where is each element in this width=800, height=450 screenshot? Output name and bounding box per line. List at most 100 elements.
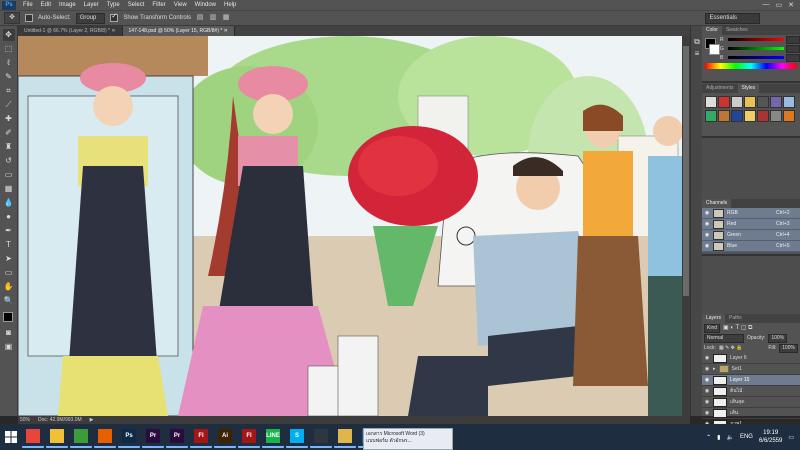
expand-arrow-icon[interactable]: ▸ <box>713 366 716 372</box>
style-swatch[interactable] <box>770 96 782 108</box>
channel-row-green[interactable]: ◉ Green Ctrl+4 <box>702 230 800 241</box>
color-picker-swatches[interactable] <box>705 38 720 58</box>
auto-select-checkbox[interactable] <box>25 14 33 22</box>
menu-view[interactable]: View <box>170 0 191 10</box>
maximize-button[interactable]: ▭ <box>776 1 783 9</box>
eye-icon[interactable]: ◉ <box>704 388 710 394</box>
shape-tool-icon[interactable]: ▭ <box>3 267 15 279</box>
network-icon[interactable]: ▮ <box>717 434 720 441</box>
eye-icon[interactable]: ◉ <box>704 221 710 227</box>
tab-swatches[interactable]: Swatches <box>722 26 752 35</box>
style-swatch[interactable] <box>718 110 730 122</box>
lasso-tool-icon[interactable]: ℓ <box>3 57 15 69</box>
scrollbar-thumb[interactable] <box>683 46 689 296</box>
layer-row[interactable]: ◉ ต้นไม้ <box>702 386 800 397</box>
taskbar-store-button[interactable] <box>70 426 92 448</box>
show-transform-checkbox[interactable] <box>110 12 119 22</box>
tab-styles[interactable]: Styles <box>737 84 760 93</box>
menu-type[interactable]: Type <box>103 0 124 10</box>
taskbar-explorer-button[interactable] <box>46 426 68 448</box>
align-bottom-icon[interactable]: ▦ <box>222 13 230 23</box>
style-swatch[interactable] <box>757 110 769 122</box>
blur-tool-icon[interactable]: 💧 <box>3 197 15 209</box>
layer-filter-kind-dropdown[interactable]: Kind <box>704 323 721 333</box>
crop-tool-icon[interactable]: ⌗ <box>3 85 15 97</box>
taskbar-illustrator-button[interactable]: Ai <box>214 426 236 448</box>
layer-row[interactable]: ◉ Layer 6 <box>702 353 800 364</box>
foreground-color-swatch[interactable] <box>2 312 13 322</box>
tab-adjustments[interactable]: Adjustments <box>702 84 738 93</box>
minimize-button[interactable]: — <box>763 1 770 9</box>
style-swatch[interactable] <box>731 110 743 122</box>
eye-icon[interactable]: ◉ <box>704 210 710 216</box>
history-brush-tool-icon[interactable]: ↺ <box>3 155 15 167</box>
menu-image[interactable]: Image <box>55 0 80 10</box>
style-swatch[interactable] <box>770 110 782 122</box>
volume-icon[interactable]: 🔈 <box>726 434 733 441</box>
layer-row[interactable]: ◉ เส้นสุด <box>702 397 800 408</box>
notification-icon[interactable]: ▭ <box>788 434 794 441</box>
taskbar-folder-button[interactable] <box>334 426 356 448</box>
status-menu-arrow-icon[interactable]: ▶ <box>90 417 94 423</box>
path-select-tool-icon[interactable]: ➤ <box>3 253 15 265</box>
lock-icons[interactable]: ▦ ✎ ✥ 🔒 <box>719 345 743 351</box>
style-swatch[interactable] <box>718 96 730 108</box>
tab-paths[interactable]: Paths <box>725 314 746 323</box>
style-swatch[interactable] <box>783 110 795 122</box>
layer-row[interactable]: ◉ เส้น <box>702 408 800 419</box>
close-button[interactable]: ✕ <box>788 1 794 9</box>
taskbar-skype-button[interactable]: S <box>286 426 308 448</box>
move-tool-preset-icon[interactable]: ✥ <box>4 12 20 24</box>
blue-slider[interactable]: B <box>717 53 800 62</box>
color-swatches[interactable] <box>2 311 17 326</box>
layer-row[interactable]: ◉ Layer 15 <box>702 375 800 386</box>
eye-icon[interactable]: ◉ <box>704 377 710 383</box>
color-spectrum-bar[interactable] <box>705 63 797 69</box>
menu-file[interactable]: File <box>19 0 37 10</box>
tab-channels[interactable]: Channels <box>702 199 732 208</box>
eyedropper-tool-icon[interactable]: ⟋ <box>3 99 15 111</box>
stamp-tool-icon[interactable]: ♜ <box>3 141 15 153</box>
channel-row-blue[interactable]: ◉ Blue Ctrl+5 <box>702 241 800 252</box>
clock[interactable]: 19:19 6/6/2559 <box>759 429 782 445</box>
tray-arrow-icon[interactable]: ⌃ <box>706 434 711 441</box>
taskbar-firefox-button[interactable] <box>94 426 116 448</box>
menu-help[interactable]: Help <box>220 0 240 10</box>
brush-tool-icon[interactable]: ✐ <box>3 127 15 139</box>
green-slider[interactable]: G <box>717 44 800 53</box>
opacity-field[interactable]: 100% <box>768 333 788 343</box>
style-swatch[interactable] <box>744 110 756 122</box>
taskbar-chrome-button[interactable] <box>22 426 44 448</box>
move-tool-icon[interactable]: ✥ <box>2 29 15 41</box>
quick-mask-icon[interactable]: ◙ <box>3 327 15 339</box>
taskbar-premiere-2-button[interactable]: Pr <box>166 426 188 448</box>
blend-mode-dropdown[interactable]: Normal <box>704 333 744 343</box>
channel-row-red[interactable]: ◉ Red Ctrl+3 <box>702 219 800 230</box>
layer-row[interactable]: ◉ ▸ Set1 <box>702 364 800 375</box>
taskbar-flash-2-button[interactable]: Fl <box>238 426 260 448</box>
filter-icons[interactable]: ▣ ◐ T ▢ ⧉ <box>723 324 752 332</box>
taskbar-premiere-button[interactable]: Pr <box>142 426 164 448</box>
screen-mode-icon[interactable]: ▣ <box>3 341 15 353</box>
document-canvas[interactable] <box>18 36 682 416</box>
style-swatch[interactable] <box>783 96 795 108</box>
eye-icon[interactable]: ◉ <box>704 410 710 416</box>
align-top-icon[interactable]: ▤ <box>196 13 204 23</box>
marquee-tool-icon[interactable]: ⬚ <box>3 43 15 55</box>
style-swatch[interactable] <box>705 110 717 122</box>
tab-color[interactable]: Color <box>702 26 722 35</box>
menu-filter[interactable]: Filter <box>148 0 169 10</box>
healing-tool-icon[interactable]: ✚ <box>3 113 15 125</box>
taskbar-media-button[interactable] <box>310 426 332 448</box>
eye-icon[interactable]: ◉ <box>704 399 710 405</box>
doc-tab-untitled[interactable]: Untitled-1 @ 66.7% (Layer 2, RGB/8) * ✕ <box>18 26 123 36</box>
eraser-tool-icon[interactable]: ▭ <box>3 169 15 181</box>
hand-tool-icon[interactable]: ✋ <box>3 281 15 293</box>
canvas-vertical-scrollbar[interactable] <box>682 36 690 416</box>
tab-layers[interactable]: Layers <box>702 314 726 323</box>
eye-icon[interactable]: ◉ <box>704 366 710 372</box>
taskbar-flash-button[interactable]: Fl <box>190 426 212 448</box>
style-swatch[interactable] <box>757 96 769 108</box>
menu-layer[interactable]: Layer <box>80 0 103 10</box>
eye-icon[interactable]: ◉ <box>704 232 710 238</box>
